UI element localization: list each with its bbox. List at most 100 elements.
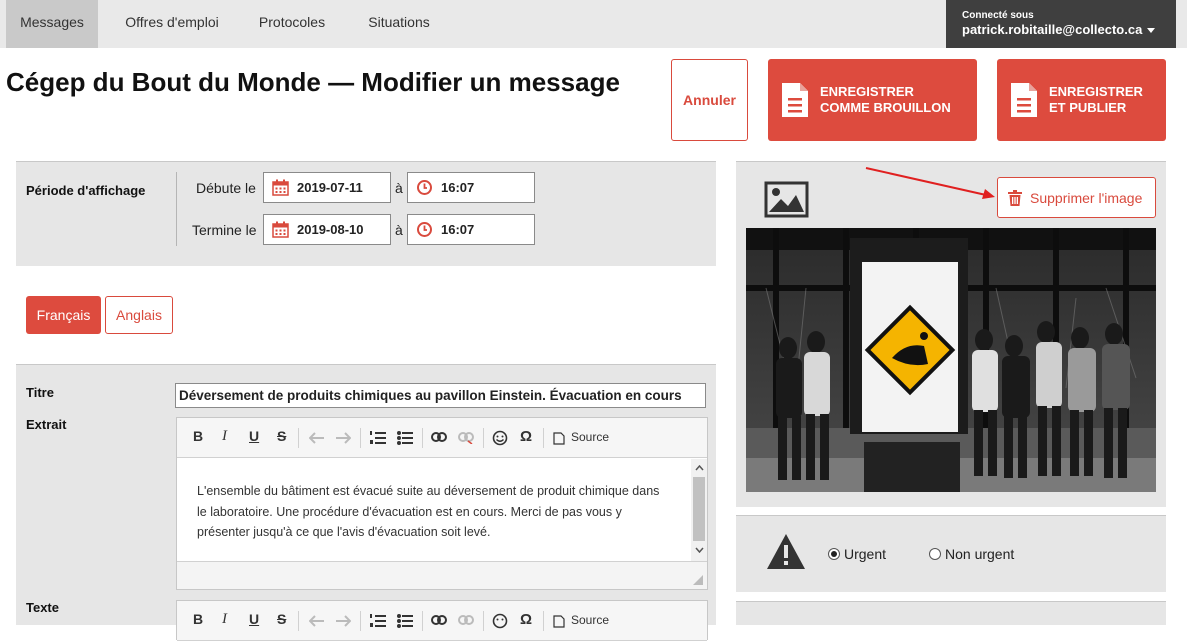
clock-icon [417, 222, 432, 237]
divider [298, 428, 299, 448]
image-icon [764, 181, 809, 218]
trash-icon [1008, 189, 1022, 206]
lower-panel [736, 601, 1166, 625]
clock-icon [417, 180, 432, 195]
save-draft-button[interactable]: ENREGISTRER COMME BROUILLON [768, 59, 977, 141]
annotation-arrow [865, 167, 995, 199]
unlink-icon[interactable] [458, 432, 474, 444]
special-char-button[interactable]: Ω [520, 428, 532, 445]
numbered-list-icon[interactable] [370, 431, 386, 445]
start-time-value: 16:07 [441, 180, 475, 195]
non-urgent-label: Non urgent [945, 546, 1015, 562]
save-draft-line2: COMME BROUILLON [820, 100, 951, 115]
message-photo [746, 228, 1156, 492]
resize-handle-icon[interactable] [693, 575, 703, 585]
strike-button[interactable]: S [277, 428, 286, 444]
undo-icon[interactable] [309, 431, 325, 445]
bulleted-list-icon[interactable] [397, 614, 413, 628]
divider [298, 611, 299, 631]
link-icon[interactable] [431, 615, 447, 625]
save-draft-line1: ENREGISTRER [820, 84, 914, 99]
period-label: Période d'affichage [26, 183, 146, 198]
start-time-field[interactable]: 16:07 [407, 172, 535, 203]
scroll-thumb[interactable] [693, 477, 705, 541]
source-button[interactable]: Source [571, 430, 609, 444]
save-publish-line2: ET PUBLIER [1049, 100, 1127, 115]
lang-francais-button[interactable]: Français [26, 296, 101, 334]
underline-button[interactable]: U [249, 428, 259, 444]
save-publish-line1: ENREGISTRER [1049, 84, 1143, 99]
tab-offres-emploi[interactable]: Offres d'emploi [112, 0, 232, 48]
end-date-value: 2019-08-10 [297, 222, 364, 237]
start-label: Débute le [196, 180, 256, 196]
editor-status-bar [177, 561, 707, 589]
calendar-icon [272, 179, 289, 196]
redo-icon[interactable] [335, 614, 351, 628]
bold-button[interactable]: B [193, 428, 203, 444]
at-label: à [395, 180, 403, 196]
save-publish-button[interactable]: ENREGISTRER ET PUBLIER [997, 59, 1166, 141]
editor-toolbar: B I U S Ω Source [177, 601, 707, 641]
delete-image-button[interactable]: Supprimer l'image [997, 177, 1156, 218]
divider [360, 611, 361, 631]
editor-toolbar: B I U S Ω Source [177, 418, 707, 458]
scroll-down-icon[interactable] [695, 547, 704, 553]
urgent-radio[interactable]: Urgent [828, 546, 886, 562]
tab-messages[interactable]: Messages [6, 0, 98, 48]
divider [422, 428, 423, 448]
smiley-icon[interactable] [492, 430, 508, 446]
radio-selected-icon [828, 548, 840, 560]
scrollbar[interactable] [691, 459, 707, 561]
cancel-button[interactable]: Annuler [671, 59, 748, 141]
tab-protocoles[interactable]: Protocoles [244, 0, 340, 48]
unlink-icon[interactable] [458, 615, 474, 627]
start-date-value: 2019-07-11 [297, 180, 363, 195]
italic-button[interactable]: I [222, 428, 227, 445]
special-char-button[interactable]: Ω [520, 611, 532, 628]
end-time-value: 16:07 [441, 222, 475, 237]
divider [360, 428, 361, 448]
at-label: à [395, 222, 403, 238]
non-urgent-radio[interactable]: Non urgent [929, 546, 1014, 562]
caret-down-icon [1147, 28, 1156, 34]
delete-image-label: Supprimer l'image [1030, 189, 1143, 206]
divider [483, 428, 484, 448]
italic-button[interactable]: I [222, 611, 227, 628]
end-label: Termine le [192, 222, 257, 238]
source-icon [553, 432, 565, 445]
source-icon [553, 615, 565, 628]
link-icon[interactable] [431, 432, 447, 442]
lang-anglais-button[interactable]: Anglais [105, 296, 173, 334]
divider [483, 611, 484, 631]
text-editor[interactable]: B I U S Ω Source [176, 600, 708, 641]
excerpt-editor[interactable]: B I U S Ω Source L'ensemble du bâtiment … [176, 417, 708, 590]
divider [543, 428, 544, 448]
text-label: Texte [26, 600, 59, 615]
user-label: Connecté sous [962, 10, 1034, 21]
calendar-icon [272, 221, 289, 238]
start-date-field[interactable]: 2019-07-11 [263, 172, 391, 203]
radio-unselected-icon [929, 548, 941, 560]
divider [422, 611, 423, 631]
divider [176, 172, 177, 246]
title-input[interactable]: Déversement de produits chimiques au pav… [175, 383, 706, 408]
page-title: Cégep du Bout du Monde — Modifier un mes… [6, 67, 620, 97]
user-email: patrick.robitaille@collecto.ca [962, 22, 1143, 37]
end-date-field[interactable]: 2019-08-10 [263, 214, 391, 245]
undo-icon[interactable] [309, 614, 325, 628]
redo-icon[interactable] [335, 431, 351, 445]
scroll-up-icon[interactable] [695, 465, 704, 471]
bulleted-list-icon[interactable] [397, 431, 413, 445]
tab-situations[interactable]: Situations [354, 0, 444, 48]
excerpt-label: Extrait [26, 417, 67, 432]
numbered-list-icon[interactable] [370, 614, 386, 628]
title-label: Titre [26, 385, 54, 400]
document-icon [782, 83, 808, 117]
smiley-icon[interactable] [492, 613, 508, 629]
excerpt-text[interactable]: L'ensemble du bâtiment est évacué suite … [177, 459, 691, 561]
urgent-label: Urgent [844, 546, 887, 562]
document-icon [1011, 83, 1037, 117]
end-time-field[interactable]: 16:07 [407, 214, 535, 245]
warning-icon [767, 534, 805, 569]
user-menu[interactable]: Connecté sous patrick.robitaille@collect… [946, 0, 1176, 48]
